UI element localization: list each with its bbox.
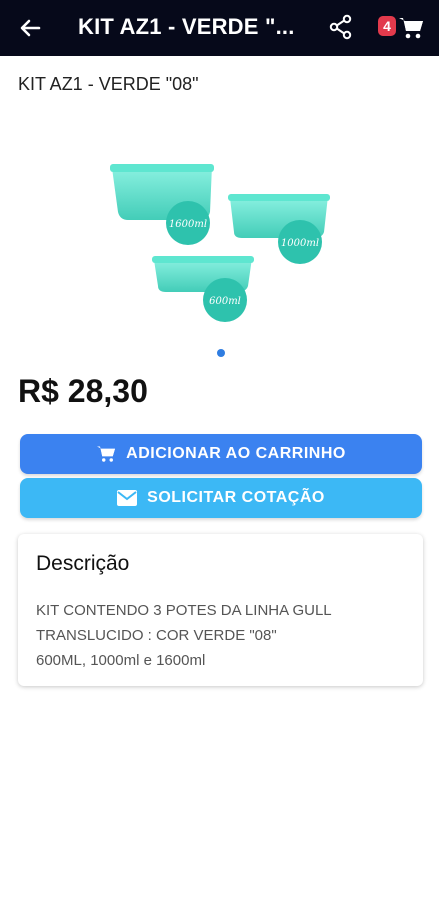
back-arrow-icon[interactable] — [16, 14, 44, 42]
app-bar-title: KIT AZ1 - VERDE "... — [78, 14, 295, 39]
description-text: KIT CONTENDO 3 POTES DA LINHA GULL TRANS… — [36, 602, 332, 669]
request-quote-button[interactable]: SOLICITAR COTAÇÃO — [20, 478, 422, 518]
description-card: Descrição KIT CONTENDO 3 POTES DA LINHA … — [18, 534, 423, 686]
cart-button[interactable]: 4 — [374, 12, 426, 44]
carousel-indicator-dot[interactable] — [217, 349, 225, 357]
app-bar: KIT AZ1 - VERDE "... 4 — [0, 0, 439, 56]
add-to-cart-label: ADICIONAR AO CARRINHO — [126, 445, 346, 462]
label-600ml: 600ml — [209, 296, 241, 307]
label-1600ml: 1600ml — [169, 219, 207, 230]
cart-count-badge: 4 — [378, 16, 396, 36]
product-image[interactable]: 1600ml 1000ml 600ml — [100, 150, 340, 330]
add-to-cart-button[interactable]: ADICIONAR AO CARRINHO — [20, 434, 422, 474]
request-quote-label: SOLICITAR COTAÇÃO — [147, 489, 325, 506]
shopping-cart-icon — [96, 445, 116, 463]
product-price: R$ 28,30 — [18, 373, 148, 409]
description-heading: Descrição — [36, 552, 130, 575]
share-icon[interactable] — [328, 14, 354, 40]
product-name: KIT AZ1 - VERDE "08" — [18, 74, 199, 94]
shopping-cart-icon — [398, 16, 424, 40]
envelope-icon — [117, 490, 138, 506]
label-1000ml: 1000ml — [281, 238, 319, 249]
